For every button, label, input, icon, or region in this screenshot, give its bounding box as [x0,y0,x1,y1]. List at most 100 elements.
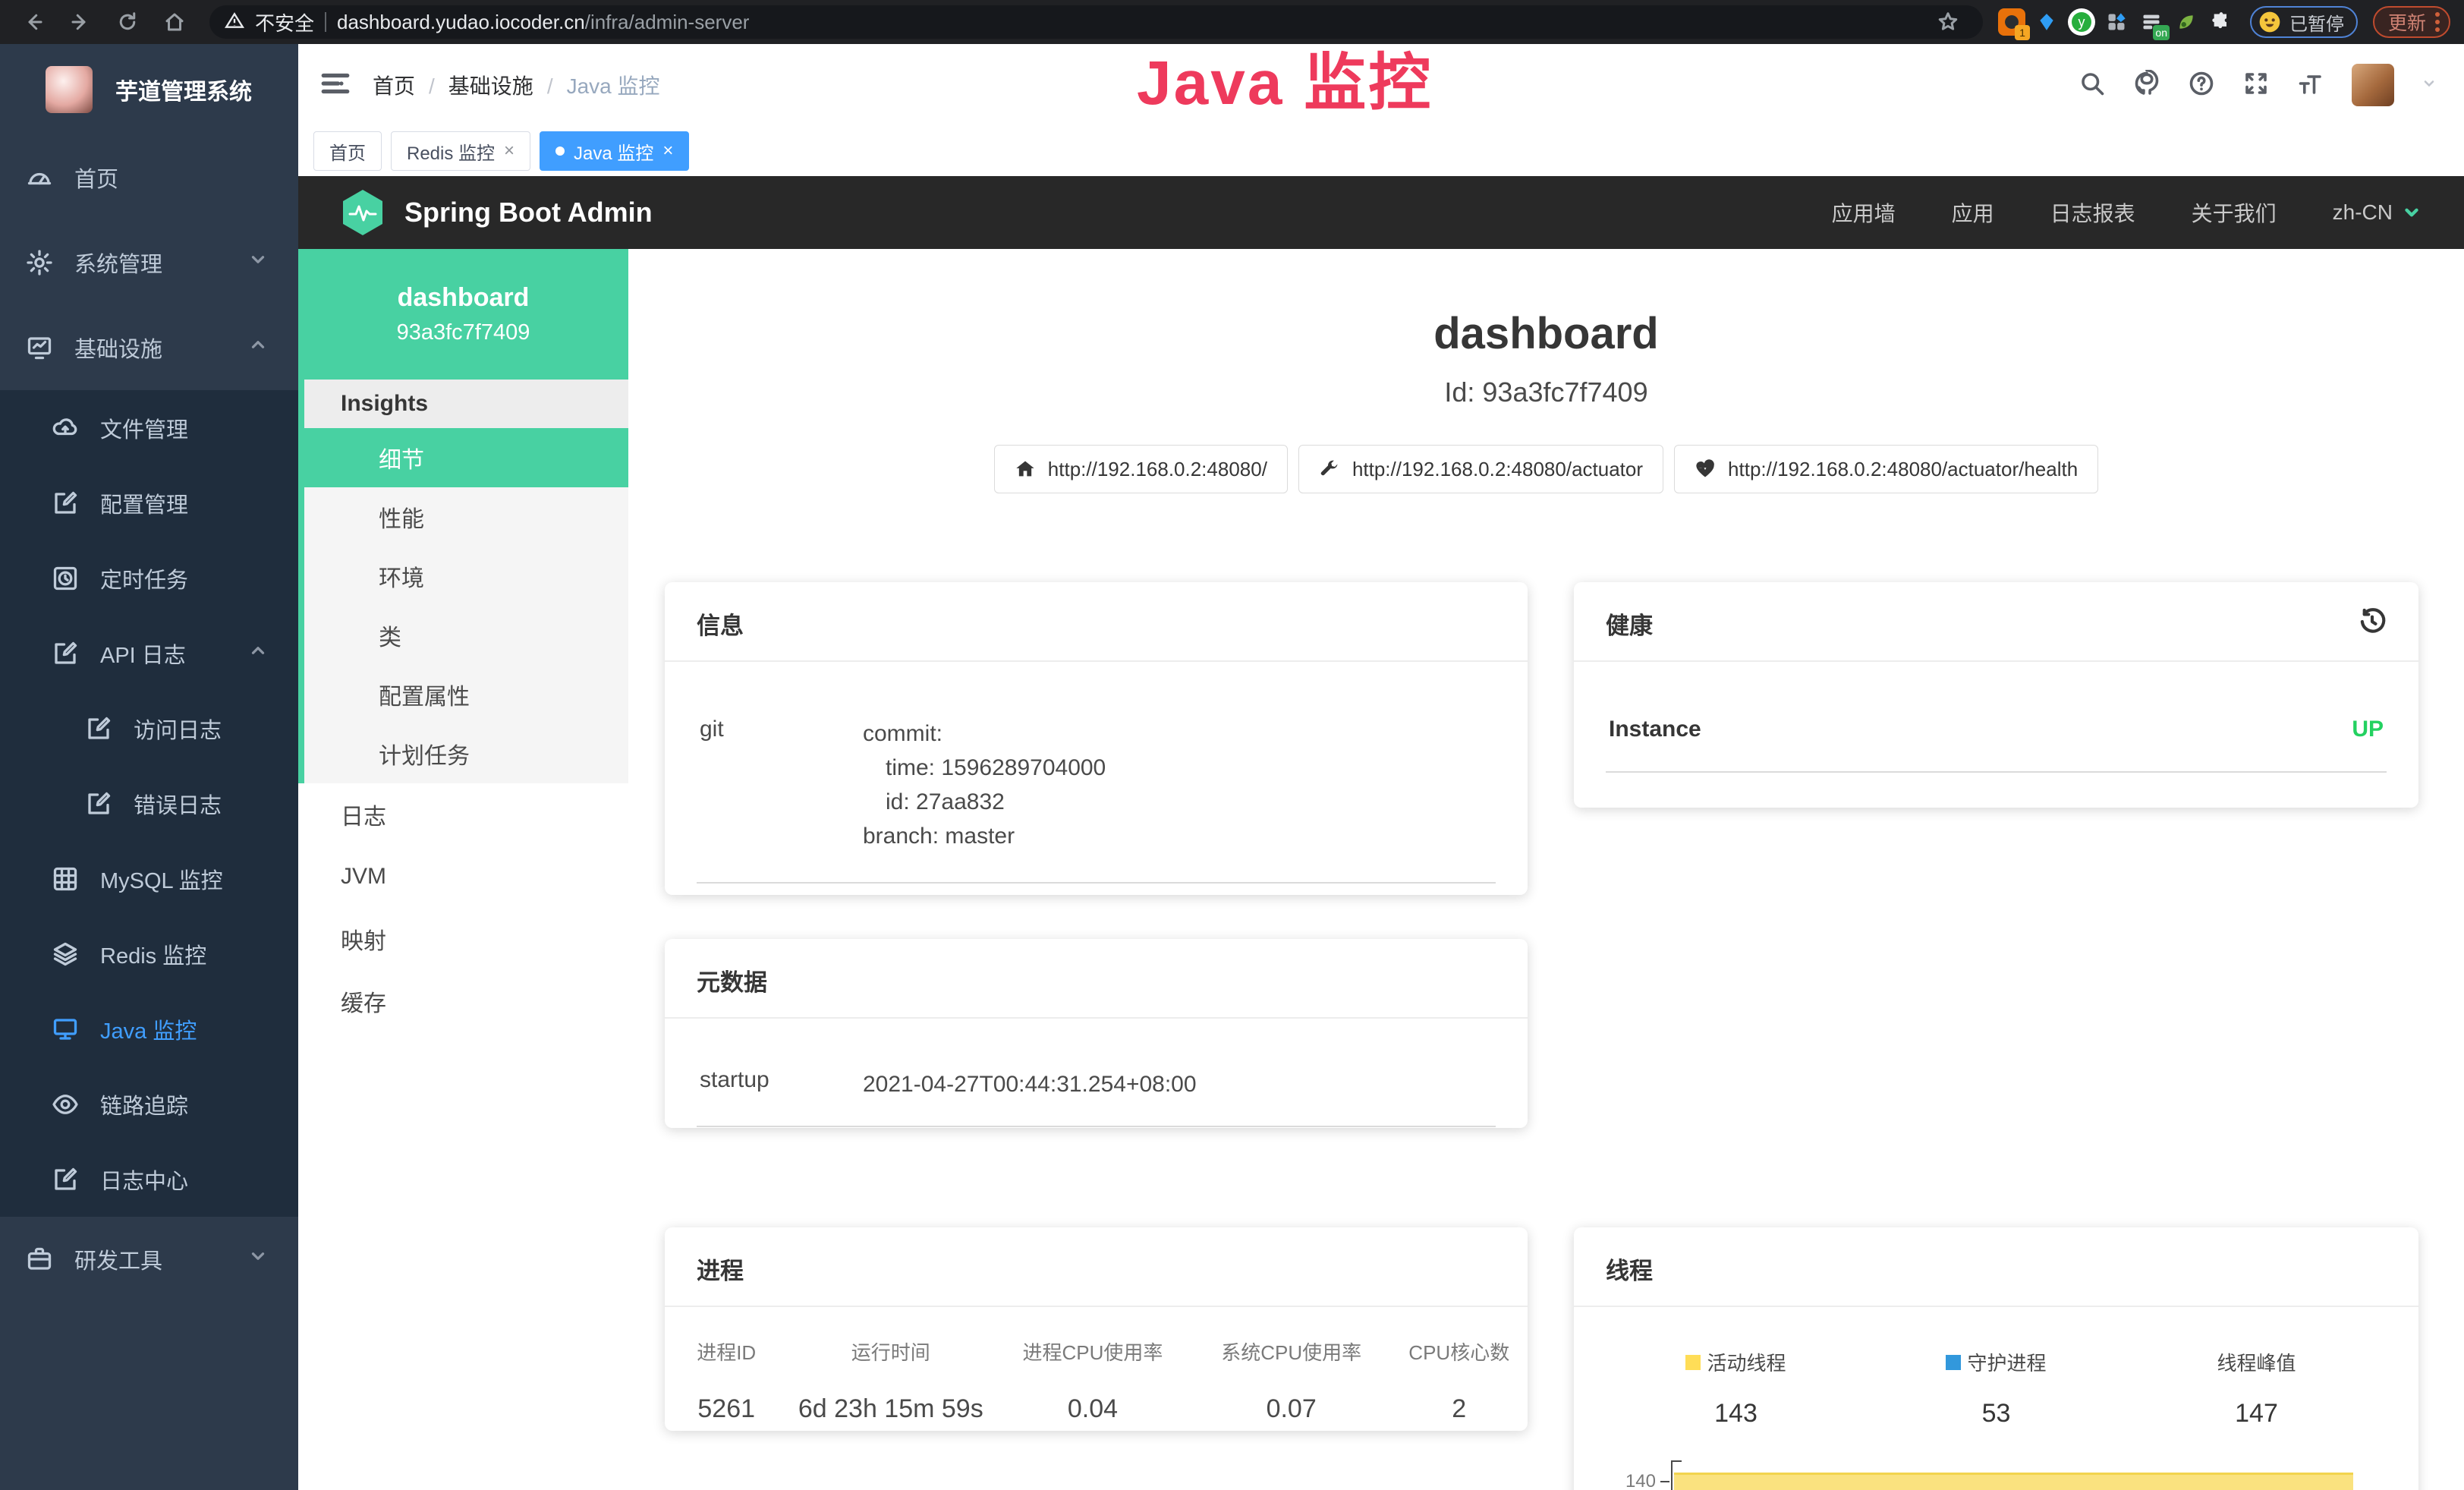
sidebar-item-home[interactable]: 首页 [0,135,298,220]
chevron-up-icon [248,641,268,666]
gauge-icon [26,164,53,191]
history-icon[interactable] [2358,607,2387,640]
sidebar-item-system[interactable]: 系统管理 [0,220,298,305]
address-bar[interactable]: 不安全 dashboard.yudao.iocoder.cn/infra/adm… [209,5,1983,39]
close-icon[interactable]: × [662,142,673,160]
app-title: 芋道管理系统 [115,73,252,106]
insights-item-environment[interactable]: 环境 [304,547,628,606]
sba-nav-wallboard[interactable]: 应用墙 [1832,197,1896,228]
user-menu-caret-icon[interactable] [2422,76,2437,95]
sba-nav-about[interactable]: 关于我们 [2192,197,2277,228]
ext-icon-leaf[interactable] [2173,8,2200,36]
home-icon [1015,458,1036,480]
instance-content: dashboard Id: 93a3fc7f7409 http://192.16… [628,249,2464,1490]
layers-icon [52,940,79,968]
fullscreen-icon[interactable] [2242,70,2270,101]
sidebar-item-error-log[interactable]: 错误日志 [0,766,298,841]
github-icon[interactable] [2133,70,2160,101]
ext-icon-grid[interactable] [2103,8,2130,36]
sba-brand[interactable]: Spring Boot Admin [341,188,653,237]
sidebar-item-config[interactable]: 配置管理 [0,465,298,540]
forward-icon[interactable] [61,5,100,39]
live-threads-area [1674,1473,2353,1490]
sba-nav-applications[interactable]: 应用 [1952,197,1994,228]
menu-item-mappings[interactable]: 映射 [298,908,628,970]
font-size-icon[interactable] [2297,70,2324,101]
menu-item-caches[interactable]: 缓存 [298,970,628,1032]
sidebar-item-log-center[interactable]: 日志中心 [0,1142,298,1217]
actuator-url-button[interactable]: http://192.168.0.2:48080/actuator [1298,445,1663,493]
legend-peak-threads: 线程峰值 [2126,1348,2387,1376]
sidebar-submenu-infra: 文件管理 配置管理 定时任务 API 日志 [0,390,298,1217]
breadcrumb: 首页 基础设施 Java 监控 [373,70,660,100]
collapse-menu-icon[interactable] [319,68,351,103]
metadata-startup-row: startup 2021-04-27T00:44:31.254+08:00 [697,1040,1496,1127]
paused-extension-pill[interactable]: 已暂停 [2250,6,2358,38]
menu-item-jvm[interactable]: JVM [298,846,628,908]
sidebar-item-dev-tools[interactable]: 研发工具 [0,1217,298,1302]
service-url-button[interactable]: http://192.168.0.2:48080/ [994,445,1288,493]
back-icon[interactable] [14,5,53,39]
sidebar-item-redis[interactable]: Redis 监控 [0,916,298,991]
tab-redis-monitor[interactable]: Redis 监控 × [391,131,530,171]
app-logo-image [46,66,93,113]
insights-item-scheduled-tasks[interactable]: 计划任务 [304,724,628,783]
ext-icon-green-circle[interactable]: y [2068,8,2095,36]
sidebar-item-mysql[interactable]: MySQL 监控 [0,841,298,916]
process-value-process-cpu: 0.04 [993,1394,1192,1424]
puzzle-extensions-icon[interactable] [2208,8,2235,36]
sidebar-item-java-monitor[interactable]: Java 监控 [0,991,298,1066]
browser-update-button[interactable]: 更新 [2373,6,2450,38]
log-edit-icon [85,715,112,742]
instance-header[interactable]: dashboard 93a3fc7f7409 [298,249,628,380]
instance-links: http://192.168.0.2:48080/ http://192.168… [628,445,2464,493]
legend-swatch-blue [1946,1355,1961,1370]
sba-locale-select[interactable]: zh-CN [2333,200,2422,225]
chevron-down-icon [248,1246,268,1272]
screen: 不安全 dashboard.yudao.iocoder.cn/infra/adm… [0,0,2464,1490]
active-dot [555,146,565,156]
sidebar-item-files[interactable]: 文件管理 [0,390,298,465]
database-grid-icon [52,865,79,893]
insights-item-classes[interactable]: 类 [304,606,628,665]
insights-item-config-props[interactable]: 配置属性 [304,665,628,724]
health-card: 健康 Instance UP [1574,582,2418,808]
sba-navbar: Spring Boot Admin 应用墙 应用 日志报表 关于我们 zh-CN [298,176,2464,249]
health-url-button[interactable]: http://192.168.0.2:48080/actuator/health [1674,445,2098,493]
insights-item-details[interactable]: 细节 [304,428,628,487]
tab-home[interactable]: 首页 [313,131,382,171]
ext-icon-tabs-on[interactable]: on [2138,8,2165,36]
security-label[interactable]: 不安全 [255,8,314,36]
ext-icon-pin[interactable] [2033,8,2060,36]
process-value-pid: 5261 [665,1394,788,1424]
breadcrumb-infra[interactable]: 基础设施 [415,70,533,100]
ext-icon-orange[interactable]: 1 [1998,8,2025,36]
insights-item-metrics[interactable]: 性能 [304,487,628,547]
sidebar-item-infra[interactable]: 基础设施 [0,305,298,390]
help-icon[interactable] [2188,70,2215,101]
search-icon[interactable] [2079,70,2106,101]
process-header-pid: 进程ID [665,1337,788,1366]
process-header-process-cpu: 进程CPU使用率 [993,1337,1192,1366]
briefcase-icon [26,1246,53,1273]
sidebar-item-api-log[interactable]: API 日志 [0,616,298,691]
instance-sidebar: dashboard 93a3fc7f7409 Insights 细节 性能 环境… [298,249,628,1490]
bookmark-star-icon[interactable] [1928,5,1968,39]
page-url[interactable]: dashboard.yudao.iocoder.cn/infra/admin-s… [337,11,749,34]
tab-java-monitor[interactable]: Java 监控 × [540,131,689,171]
close-icon[interactable]: × [504,142,515,160]
sidebar-item-jobs[interactable]: 定时任务 [0,540,298,616]
sba-nav-journal[interactable]: 日志报表 [2050,197,2135,228]
insights-group-label: Insights [304,380,628,428]
menu-item-logs[interactable]: 日志 [298,783,628,846]
process-header-cpus: CPU核心数 [1391,1337,1528,1366]
sba-brand-title: Spring Boot Admin [404,197,653,228]
reload-icon[interactable] [108,5,147,39]
browser-menu-icon[interactable] [2435,12,2440,32]
home-icon[interactable] [155,5,194,39]
breadcrumb-home[interactable]: 首页 [373,70,415,100]
sidebar-item-access-log[interactable]: 访问日志 [0,691,298,766]
user-avatar[interactable] [2352,64,2394,106]
paused-label: 已暂停 [2289,9,2344,36]
sidebar-item-tracing[interactable]: 链路追踪 [0,1066,298,1142]
